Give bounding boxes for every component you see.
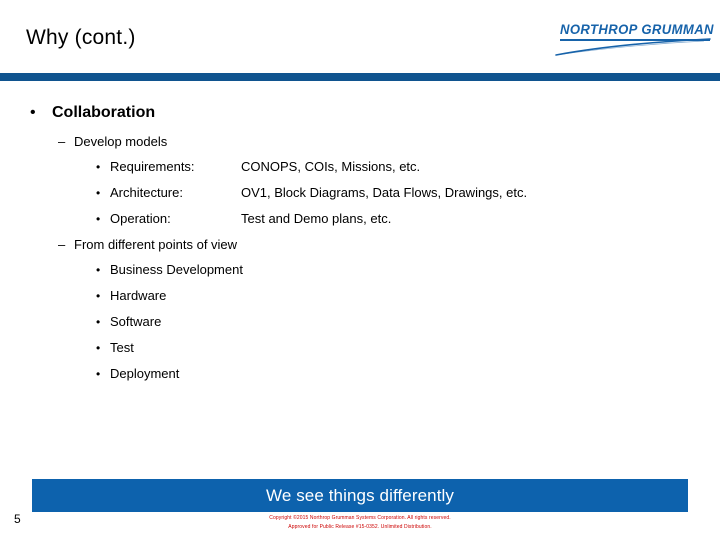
bullet-marker-level3: • xyxy=(96,263,101,277)
bullet-level3-hardware: • Hardware xyxy=(96,283,720,309)
copyright-line: Copyright ©2015 Northrop Grumman Systems… xyxy=(269,515,451,521)
bullet-marker-level3: • xyxy=(96,341,101,355)
bullet-marker-level2: – xyxy=(58,134,66,149)
bullet-level3-test: • Test xyxy=(96,335,720,361)
bullet-marker-level3: • xyxy=(96,160,101,174)
bullet-level2-label: Develop models xyxy=(74,134,168,149)
slide-content: • Collaboration – Develop models • Requirem… xyxy=(0,100,720,387)
bullet-level3-label: Architecture: xyxy=(110,185,183,200)
bullet-marker-level3: • xyxy=(96,212,101,226)
bullet-level3-label: Requirements: xyxy=(110,159,195,174)
bullet-level3-label: Hardware xyxy=(110,288,167,303)
bullet-level3-value: CONOPS, COIs, Missions, etc. xyxy=(241,159,421,174)
logo-wordmark: NORTHROP GRUMMAN xyxy=(560,22,714,37)
northrop-grumman-logo: NORTHROP GRUMMAN xyxy=(554,22,714,56)
bullet-level1-label: Collaboration xyxy=(52,104,156,121)
bullet-level3-label: Business Development xyxy=(110,262,243,277)
bullet-marker-level3: • xyxy=(96,367,101,381)
bullet-level3-requirements: • Requirements: CONOPS, COIs, Missions, et… xyxy=(96,154,720,180)
logo-swoosh-icon xyxy=(555,38,711,56)
bullet-level3-label: Software xyxy=(110,314,162,329)
bullet-level3-value: Test and Demo plans, etc. xyxy=(241,211,392,226)
release-approval-line: Approved for Public Release #15-0352. Un… xyxy=(288,524,432,530)
bullet-marker-level3: • xyxy=(96,186,101,200)
bullet-level2-points-of-view: – From different points of view xyxy=(58,232,720,257)
bullet-level1-collaboration: • Collaboration xyxy=(30,100,720,126)
tagline-banner: We see things differently xyxy=(32,479,688,512)
bullet-level3-deployment: • Deployment xyxy=(96,361,720,387)
bullet-level2-label: From different points of view xyxy=(74,237,238,252)
slide-header: Why (cont.) NORTHROP GRUMMAN xyxy=(0,0,720,73)
bullet-level3-business-development: • Business Development xyxy=(96,257,720,283)
bullet-level3-value: OV1, Block Diagrams, Data Flows, Drawing… xyxy=(241,185,528,200)
legal-notice: Copyright ©2015 Northrop Grumman Systems… xyxy=(0,514,720,532)
bullet-marker-level3: • xyxy=(96,315,101,329)
tagline-text: We see things differently xyxy=(265,485,455,505)
header-divider-rule xyxy=(0,73,720,81)
bullet-marker-level3: • xyxy=(96,289,101,303)
bullet-marker-level1: • xyxy=(30,104,36,121)
bullet-level3-label: Operation: xyxy=(110,211,171,226)
bullet-level3-software: • Software xyxy=(96,309,720,335)
bullet-level3-architecture: • Architecture: OV1, Block Diagrams, Data … xyxy=(96,180,720,206)
bullet-marker-level2: – xyxy=(58,237,66,252)
bullet-level3-operation: • Operation: Test and Demo plans, etc. xyxy=(96,206,720,232)
bullet-level3-label: Test xyxy=(110,340,134,355)
page-title: Why (cont.) xyxy=(26,26,136,49)
bullet-level2-develop-models: – Develop models xyxy=(58,129,720,154)
bullet-level3-label: Deployment xyxy=(110,366,180,381)
